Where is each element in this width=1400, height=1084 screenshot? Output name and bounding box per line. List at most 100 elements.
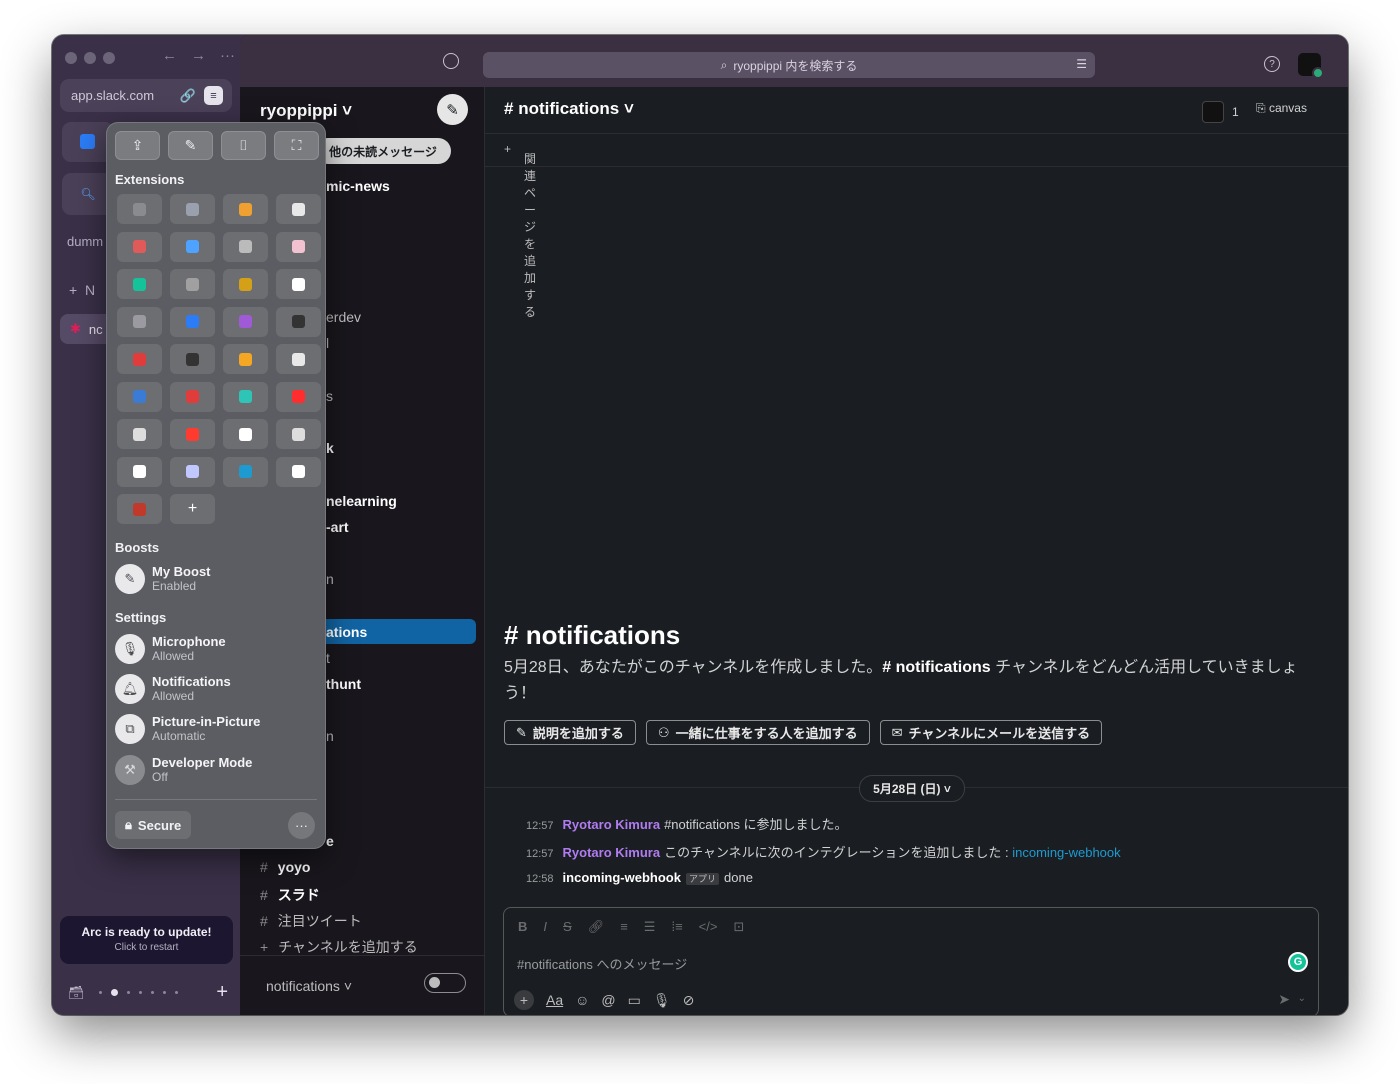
secure-connection-button[interactable]: 🔒︎ Secure (115, 811, 192, 839)
extension-button[interactable] (276, 306, 321, 337)
mention-icon[interactable]: @ (601, 992, 615, 1008)
message-composer[interactable]: B I S 🔗︎ ≡ ☰ ⁞≡ </> ⊡ #notifications へのメ… (503, 907, 1319, 1015)
extension-button[interactable] (223, 344, 268, 374)
grammarly-icon[interactable]: G (1288, 952, 1308, 972)
more-icon[interactable]: ··· (220, 47, 235, 64)
sidebar-channel-featured-tweets[interactable]: # 注目ツイート (260, 911, 362, 931)
code-icon[interactable]: </> (699, 919, 718, 935)
extension-button[interactable] (276, 194, 321, 224)
extension-button[interactable] (117, 306, 162, 337)
message-row[interactable]: 12:58 incoming-webhook アプリ done (526, 870, 753, 885)
extension-button[interactable] (117, 231, 162, 262)
setting-notifications[interactable]: 🔔︎ Notifications Allowed (115, 674, 231, 704)
extension-button[interactable] (223, 381, 268, 412)
email-channel-button[interactable]: ✉ チャンネルにメールを送信する (879, 720, 1103, 745)
message-author[interactable]: Ryotaro Kimura (563, 845, 661, 860)
bullet-list-icon[interactable]: ☰ (644, 919, 656, 935)
intro-channel-link[interactable]: # notifications (882, 659, 990, 676)
message-input[interactable]: #notifications へのメッセージ (517, 954, 687, 973)
extension-button[interactable] (170, 344, 215, 374)
extension-button[interactable] (223, 456, 268, 487)
schedule-chevron-icon[interactable]: ⌄ (1298, 993, 1306, 1004)
extension-button[interactable] (117, 419, 162, 449)
forward-arrow-icon[interactable]: → (191, 47, 206, 64)
space-dot-active[interactable] (110, 989, 118, 996)
add-people-button[interactable]: ⚇ 一緒に仕事をする人を追加する (645, 720, 870, 745)
strikethrough-icon[interactable]: S (563, 919, 572, 935)
boost-my-boost[interactable]: ✎ My Boost Enabled (115, 564, 211, 594)
message-row[interactable]: 12:57 Ryotaro Kimura このチャンネルに次のインテグレーションを追… (526, 842, 1121, 861)
workspace-name[interactable]: ryoppippi ˅ (260, 101, 352, 121)
space-dot[interactable] (174, 991, 178, 994)
canvas-button[interactable]: ⎘ canvas (1256, 101, 1307, 116)
minimize-window-button[interactable] (84, 52, 96, 64)
extension-button[interactable] (170, 419, 215, 449)
emoji-icon[interactable]: ☺ (575, 992, 589, 1008)
setting-microphone[interactable]: 🎙︎ Microphone Allowed (115, 634, 226, 664)
extension-button[interactable] (170, 231, 215, 262)
extension-button[interactable] (223, 231, 268, 262)
message-author[interactable]: Ryotaro Kimura (563, 817, 661, 832)
capture-area-icon[interactable]: ⛶ (274, 131, 319, 160)
add-bookmark-button[interactable]: + 関連ページを追加する (504, 142, 536, 319)
italic-icon[interactable]: I (543, 919, 547, 935)
sidebar-channel[interactable]: t (326, 650, 330, 666)
unread-messages-pill[interactable]: 他の未読メッセージ (315, 138, 451, 164)
update-banner[interactable]: Arc is ready to update! Click to restart (60, 916, 233, 964)
extension-button[interactable] (170, 306, 215, 337)
extension-button[interactable] (276, 456, 321, 487)
extension-button[interactable] (117, 344, 162, 374)
share-icon[interactable]: ⇪ (115, 131, 160, 160)
new-space-button[interactable]: + (216, 981, 228, 1004)
slash-command-icon[interactable]: ⊘ (683, 992, 695, 1009)
message-time[interactable]: 12:58 (526, 873, 554, 885)
microphone-icon[interactable]: 🎙︎ (653, 992, 671, 1009)
user-avatar[interactable] (1298, 53, 1324, 79)
send-icon[interactable]: ➤ (1278, 991, 1290, 1008)
back-arrow-icon[interactable]: ← (162, 47, 177, 64)
space-dots[interactable] (98, 989, 178, 996)
filter-icon[interactable]: ☰ (1076, 57, 1087, 71)
extension-button[interactable] (223, 419, 268, 449)
screenshot-camera-icon[interactable]: ⌷ (221, 131, 266, 160)
message-row[interactable]: 12:57 Ryotaro Kimura #notifications に参加しまし… (526, 814, 848, 833)
setting-developer-mode[interactable]: ⚒ Developer Mode Off (115, 755, 252, 785)
sidebar-channel[interactable]: thunt (326, 676, 361, 692)
add-description-button[interactable]: ✎ 説明を追加する (504, 720, 636, 745)
message-time[interactable]: 12:57 (526, 820, 554, 832)
extension-button[interactable] (170, 269, 215, 299)
integration-link[interactable]: incoming-webhook (1012, 845, 1120, 860)
extension-button[interactable] (276, 269, 321, 299)
sidebar-channel[interactable]: l (326, 335, 329, 351)
sidebar-channel[interactable]: n (326, 728, 334, 744)
extension-button[interactable] (170, 194, 215, 224)
more-options-icon[interactable]: ··· (288, 812, 315, 839)
extension-button[interactable] (223, 269, 268, 299)
extension-button[interactable] (170, 381, 215, 412)
sidebar-channel[interactable]: e (326, 833, 334, 849)
extension-button[interactable] (117, 381, 162, 412)
code-block-icon[interactable]: ⊡ (733, 919, 744, 935)
sidebar-channel[interactable]: erdev (326, 309, 361, 325)
channel-header-title[interactable]: # notifications ˅ (504, 99, 634, 119)
add-extension-plus-icon[interactable]: + (170, 494, 215, 524)
new-tab-button[interactable]: + N (69, 282, 95, 298)
search-bar[interactable]: ⌕ ryoppippi 内を検索する ☰ (483, 52, 1095, 78)
date-divider[interactable]: 5月28日 (日) ˅ (859, 775, 965, 802)
url-bar[interactable]: app.slack.com 🔗 ≡ (60, 79, 232, 112)
add-channel-button[interactable]: + チャンネルを追加する (260, 937, 418, 957)
attach-plus-icon[interactable]: + (514, 990, 534, 1010)
sidebar-channel-surado[interactable]: # スラド (260, 885, 320, 905)
space-dot[interactable] (126, 991, 130, 994)
space-dot[interactable] (138, 991, 142, 994)
extension-button[interactable] (276, 231, 321, 262)
zoom-window-button[interactable] (103, 52, 115, 64)
boost-tools-icon[interactable]: ✎ (168, 131, 213, 160)
space-dot[interactable] (98, 991, 102, 994)
close-window-button[interactable] (65, 52, 77, 64)
sidebar-channel[interactable]: k (326, 440, 334, 456)
help-icon[interactable]: ? (1264, 56, 1280, 72)
extension-button[interactable] (223, 194, 268, 224)
extension-button[interactable] (170, 456, 215, 487)
blockquote-icon[interactable]: ⁞≡ (671, 919, 682, 935)
